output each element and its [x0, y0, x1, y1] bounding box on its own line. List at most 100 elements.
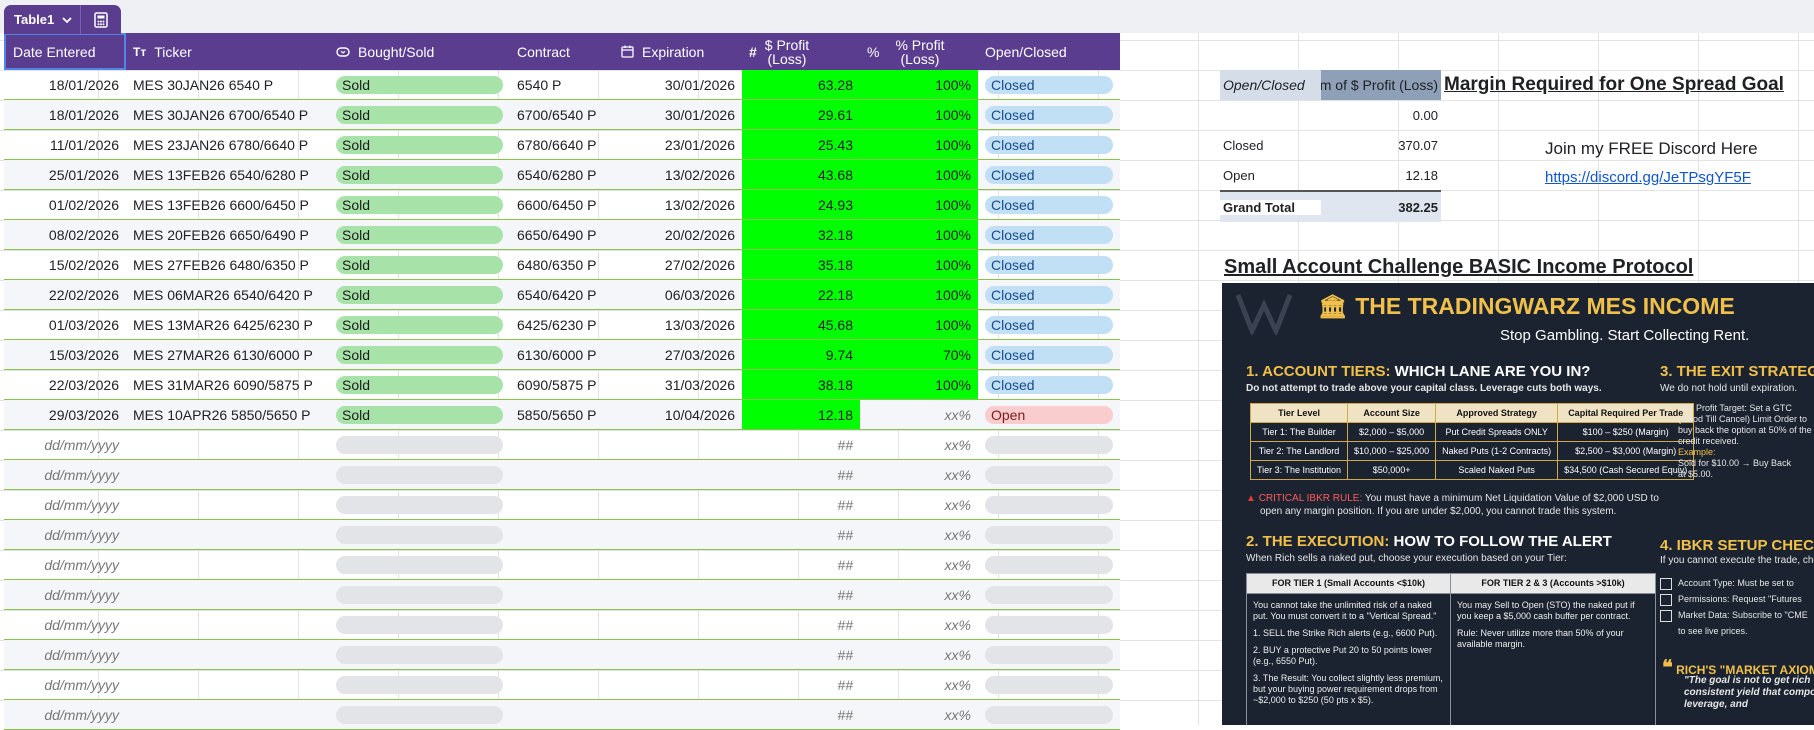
cell-pct-profit[interactable]: 100% [860, 190, 978, 219]
empty-chip[interactable] [985, 435, 1113, 454]
cell-profit[interactable]: ## [742, 580, 860, 609]
cell-profit[interactable]: 9.74 [742, 340, 860, 369]
cell-pct-profit[interactable]: 100% [860, 310, 978, 339]
cell-ticker[interactable]: MES 13FEB26 6600/6450 P [126, 190, 329, 219]
cell-profit[interactable]: ## [742, 460, 860, 489]
calculator-icon[interactable] [80, 5, 122, 34]
chevron-down-icon[interactable] [62, 12, 72, 27]
cell-ticker[interactable] [126, 640, 329, 669]
cell-pct-profit[interactable]: 100% [860, 220, 978, 249]
cell-profit[interactable]: 25.43 [742, 130, 860, 159]
empty-chip[interactable] [336, 705, 503, 724]
cell-pct-profit[interactable]: xx% [860, 490, 978, 519]
cell-date[interactable]: 15/02/2026 [4, 250, 126, 279]
cell-open-closed[interactable] [978, 670, 1120, 699]
cell-open-closed[interactable]: Closed [978, 370, 1120, 399]
cell-bought-sold[interactable]: Sold [329, 130, 510, 159]
empty-chip[interactable] [985, 525, 1113, 544]
cell-open-closed[interactable] [978, 490, 1120, 519]
cell-bought-sold[interactable] [329, 430, 510, 459]
cell-date[interactable]: dd/mm/yyyy [4, 550, 126, 579]
pivot-header-value[interactable]: Sum of $ Profit (Loss) [1321, 70, 1441, 100]
cell-bought-sold[interactable] [329, 460, 510, 489]
cell-ticker[interactable]: MES 20FEB26 6650/6490 P [126, 220, 329, 249]
cell-bought-sold[interactable]: Sold [329, 250, 510, 279]
cell-date[interactable]: dd/mm/yyyy [4, 520, 126, 549]
cell-contract[interactable]: 6600/6450 P [510, 190, 614, 219]
cell-pct-profit[interactable]: xx% [860, 610, 978, 639]
status-chip-sold[interactable]: Sold [336, 135, 503, 154]
cell-open-closed[interactable]: Closed [978, 160, 1120, 189]
cell-expiration[interactable] [614, 670, 742, 699]
cell-ticker[interactable]: MES 06MAR26 6540/6420 P [126, 280, 329, 309]
cell-ticker[interactable]: MES 13MAR26 6425/6230 P [126, 310, 329, 339]
cell-expiration[interactable]: 31/03/2026 [614, 370, 742, 399]
col-pct-profit[interactable]: % % Profit (Loss) [860, 33, 978, 70]
col-date-entered[interactable]: Date Entered [4, 33, 126, 70]
cell-expiration[interactable]: 30/01/2026 [614, 70, 742, 99]
cell-contract[interactable]: 6540/6280 P [510, 160, 614, 189]
cell-profit[interactable]: ## [742, 610, 860, 639]
pivot-header-label[interactable]: Open/Closed [1220, 70, 1321, 100]
cell-bought-sold[interactable] [329, 610, 510, 639]
cell-profit[interactable]: 24.93 [742, 190, 860, 219]
cell-date[interactable]: 11/01/2026 [4, 130, 126, 159]
col-expiration[interactable]: Expiration [614, 33, 742, 70]
cell-profit[interactable]: ## [742, 670, 860, 699]
cell-expiration[interactable]: 27/02/2026 [614, 250, 742, 279]
cell-bought-sold[interactable]: Sold [329, 370, 510, 399]
cell-expiration[interactable]: 30/01/2026 [614, 100, 742, 129]
empty-chip[interactable] [985, 555, 1113, 574]
cell-contract[interactable] [510, 580, 614, 609]
table-row[interactable]: 01/02/2026 MES 13FEB26 6600/6450 P Sold 660… [4, 190, 1120, 220]
cell-date[interactable]: dd/mm/yyyy [4, 580, 126, 609]
cell-profit[interactable]: ## [742, 550, 860, 579]
cell-ticker[interactable] [126, 490, 329, 519]
cell-open-closed[interactable] [978, 550, 1120, 579]
col-contract[interactable]: Contract [510, 33, 614, 70]
cell-pct-profit[interactable]: 70% [860, 340, 978, 369]
status-chip-sold[interactable]: Sold [336, 315, 503, 334]
status-chip[interactable]: Closed [985, 375, 1113, 394]
empty-chip[interactable] [336, 645, 503, 664]
cell-bought-sold[interactable]: Sold [329, 220, 510, 249]
cell-pct-profit[interactable]: xx% [860, 400, 978, 429]
cell-expiration[interactable]: 20/02/2026 [614, 220, 742, 249]
cell-contract[interactable] [510, 520, 614, 549]
table-row-empty[interactable]: dd/mm/yyyy ## xx% [4, 460, 1120, 490]
pivot-row[interactable]: Closed 370.07 [1220, 130, 1441, 160]
status-chip[interactable]: Closed [985, 195, 1113, 214]
status-chip-sold[interactable]: Sold [336, 375, 503, 394]
cell-pct-profit[interactable]: 100% [860, 160, 978, 189]
cell-ticker[interactable] [126, 550, 329, 579]
cell-profit[interactable]: 35.18 [742, 250, 860, 279]
empty-chip[interactable] [985, 495, 1113, 514]
cell-date[interactable]: 25/01/2026 [4, 160, 126, 189]
cell-date[interactable]: dd/mm/yyyy [4, 430, 126, 459]
empty-chip[interactable] [985, 675, 1113, 694]
status-chip[interactable]: Closed [985, 165, 1113, 184]
cell-expiration[interactable]: 10/04/2026 [614, 400, 742, 429]
cell-open-closed[interactable]: Closed [978, 100, 1120, 129]
table-row[interactable]: 25/01/2026 MES 13FEB26 6540/6280 P Sold 654… [4, 160, 1120, 190]
table-row[interactable]: 08/02/2026 MES 20FEB26 6650/6490 P Sold 665… [4, 220, 1120, 250]
cell-profit[interactable]: ## [742, 640, 860, 669]
cell-expiration[interactable] [614, 520, 742, 549]
cell-contract[interactable]: 6780/6640 P [510, 130, 614, 159]
cell-date[interactable]: 22/02/2026 [4, 280, 126, 309]
status-chip-sold[interactable]: Sold [336, 225, 503, 244]
cell-ticker[interactable]: MES 13FEB26 6540/6280 P [126, 160, 329, 189]
status-chip-sold[interactable]: Sold [336, 255, 503, 274]
cell-date[interactable]: dd/mm/yyyy [4, 640, 126, 669]
table-row-empty[interactable]: dd/mm/yyyy ## xx% [4, 580, 1120, 610]
status-chip-sold[interactable]: Sold [336, 285, 503, 304]
cell-profit[interactable]: 45.68 [742, 310, 860, 339]
cell-ticker[interactable] [126, 460, 329, 489]
cell-open-closed[interactable]: Closed [978, 70, 1120, 99]
table-row[interactable]: 22/03/2026 MES 31MAR26 6090/5875 P Sold 609… [4, 370, 1120, 400]
empty-chip[interactable] [336, 675, 503, 694]
cell-contract[interactable]: 6480/6350 P [510, 250, 614, 279]
cell-bought-sold[interactable] [329, 520, 510, 549]
cell-open-closed[interactable] [978, 610, 1120, 639]
cell-expiration[interactable]: 23/01/2026 [614, 130, 742, 159]
